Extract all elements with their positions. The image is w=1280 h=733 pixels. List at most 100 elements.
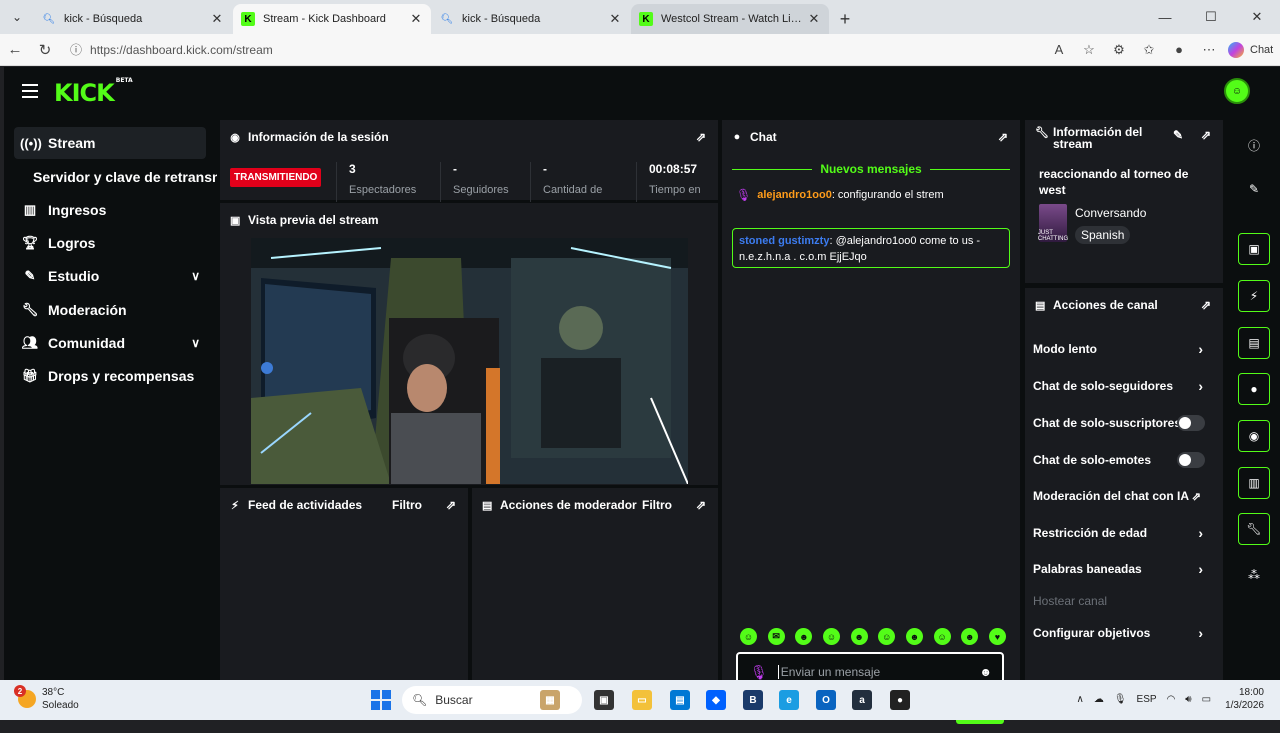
- emote-icon[interactable]: ☺: [740, 628, 757, 645]
- avatar[interactable]: ☺: [1224, 78, 1250, 104]
- sidebar-item-moderacion[interactable]: 🔧︎ Moderación: [14, 294, 206, 326]
- close-icon[interactable]: ✕: [807, 11, 821, 27]
- tab-list-chevron-icon[interactable]: ⌄: [0, 0, 34, 34]
- obs-icon[interactable]: ●: [890, 690, 910, 710]
- chat-panel: ● Chat ⇗ Nuevos mensajes 🎙︎ alejandro1oo…: [722, 120, 1020, 724]
- emote-icon[interactable]: ✉: [767, 628, 785, 645]
- file-explorer-icon[interactable]: ▭: [632, 690, 652, 710]
- url-field[interactable]: ⓘ https://dashboard.kick.com/stream: [64, 37, 1044, 63]
- chat-message-input[interactable]: [777, 665, 968, 679]
- volume-icon[interactable]: 🔊︎: [1185, 694, 1191, 705]
- copilot-button[interactable]: Chat: [1228, 41, 1273, 58]
- wrench-icon[interactable]: 🔧︎: [1238, 513, 1270, 545]
- favorite-star-icon[interactable]: ☆: [1074, 42, 1104, 58]
- emote-icon[interactable]: ☻: [961, 628, 979, 645]
- action-configure-goals[interactable]: Configurar objetivos ›: [1033, 618, 1213, 648]
- sidebar-item-estudio[interactable]: ✎ Estudio ∨: [14, 260, 206, 292]
- filter-button[interactable]: Filtro: [642, 498, 672, 512]
- outlook-icon[interactable]: O: [816, 690, 836, 710]
- broadcast-icon[interactable]: ◉: [1238, 420, 1270, 452]
- action-banned-words[interactable]: Palabras baneadas ›: [1033, 554, 1213, 584]
- weather-widget[interactable]: 2 38°C Soleado: [14, 685, 79, 712]
- emote-icon[interactable]: ☺: [933, 628, 951, 645]
- action-age-restriction[interactable]: Restricción de edad ›: [1033, 518, 1213, 548]
- expand-icon[interactable]: ⇗: [696, 498, 706, 512]
- windows-start-icon[interactable]: [371, 690, 391, 710]
- emotes-only-toggle[interactable]: [1177, 452, 1205, 468]
- emote-icon[interactable]: ☻: [905, 628, 923, 645]
- expand-icon[interactable]: ⇗: [1201, 128, 1211, 142]
- browser-tab-1[interactable]: 🔍︎ kick - Búsqueda ✕: [34, 4, 232, 34]
- sidebar-item-stream[interactable]: ((•)) Stream: [14, 127, 206, 159]
- amazon-icon[interactable]: a: [852, 690, 872, 710]
- read-aloud-icon[interactable]: A: [1044, 42, 1074, 57]
- expand-icon[interactable]: ⇗: [998, 130, 1008, 144]
- task-view-icon[interactable]: ▣: [594, 690, 614, 710]
- language-indicator[interactable]: ESP: [1137, 694, 1157, 705]
- emote-icon[interactable]: ♥: [988, 628, 1006, 645]
- profile-icon[interactable]: ●: [1164, 42, 1194, 57]
- menu-icon[interactable]: [22, 84, 38, 98]
- close-icon[interactable]: ✕: [608, 11, 622, 27]
- chat-username[interactable]: alejandro1oo0: [757, 189, 832, 201]
- battery-icon[interactable]: ▭: [1202, 694, 1211, 705]
- kick-logo[interactable]: KICK BETA: [54, 77, 133, 107]
- server-icon[interactable]: ▥: [1238, 467, 1270, 499]
- chat-bubble-icon[interactable]: ●: [1238, 373, 1270, 405]
- chat-username[interactable]: stoned gustimzty: [739, 235, 829, 247]
- new-tab-button[interactable]: +: [830, 4, 860, 34]
- filter-button[interactable]: Filtro: [392, 498, 422, 512]
- browser-tab-2[interactable]: K Stream - Kick Dashboard ✕: [233, 4, 431, 34]
- more-icon[interactable]: ⋯: [1194, 42, 1224, 58]
- close-icon[interactable]: ✕: [210, 11, 224, 27]
- emoji-picker-icon[interactable]: ☻: [979, 665, 992, 679]
- sidebar-item-drops[interactable]: 🎁︎ Drops y recompensas: [14, 360, 206, 392]
- sidebar-item-ingresos[interactable]: ▥ Ingresos: [14, 194, 206, 226]
- action-followers-only[interactable]: Chat de solo-seguidores ›: [1033, 371, 1213, 401]
- close-icon[interactable]: ✕: [409, 11, 423, 27]
- expand-icon[interactable]: ⇗: [1201, 298, 1211, 312]
- new-messages-divider[interactable]: Nuevos mensajes: [732, 162, 1011, 176]
- onedrive-icon[interactable]: ☁: [1094, 694, 1104, 705]
- more-panels-icon[interactable]: ⁂: [1238, 559, 1270, 591]
- camera-icon[interactable]: ▣: [1238, 233, 1270, 265]
- info-icon[interactable]: ⓘ: [1238, 129, 1270, 161]
- browser-tab-3[interactable]: 🔍︎ kick - Búsqueda ✕: [432, 4, 630, 34]
- sidebar-item-logros[interactable]: 🏆︎ Logros: [14, 227, 206, 259]
- stream-preview-video[interactable]: [251, 238, 688, 484]
- bolt-icon[interactable]: ⚡︎: [1238, 280, 1270, 312]
- emote-icon[interactable]: ☻: [850, 628, 868, 645]
- maximize-icon[interactable]: ☐: [1188, 0, 1234, 34]
- sidebar-item-comunidad[interactable]: 👥︎ Comunidad ∨: [14, 327, 206, 359]
- edit-pencil-icon[interactable]: ✎: [1173, 128, 1183, 142]
- close-window-icon[interactable]: ✕: [1234, 0, 1280, 34]
- widgets-icon[interactable]: ▦: [540, 690, 560, 710]
- expand-icon[interactable]: ⇗: [696, 130, 706, 144]
- refresh-icon[interactable]: ↻: [30, 35, 60, 65]
- clock[interactable]: 18:00 1/3/2026: [1225, 686, 1264, 712]
- favorites-icon[interactable]: ✩: [1134, 42, 1164, 58]
- microphone-icon[interactable]: 🎙︎: [1114, 694, 1127, 705]
- subscribers-only-toggle[interactable]: [1177, 415, 1205, 431]
- dropbox-icon[interactable]: ◆: [706, 690, 726, 710]
- back-icon[interactable]: ←: [0, 35, 30, 65]
- b-app-icon[interactable]: B: [743, 690, 763, 710]
- action-ai-moderation[interactable]: Moderación del chat con IA ⇗: [1033, 481, 1213, 511]
- edit-pencil-icon[interactable]: ✎: [1238, 173, 1270, 205]
- minimize-icon[interactable]: —: [1142, 0, 1188, 34]
- chevron-up-icon[interactable]: ∧: [1077, 694, 1084, 705]
- store-icon[interactable]: ▤: [670, 690, 690, 710]
- sidebar-item-server-key[interactable]: Servidor y clave de retransmisión: [33, 161, 217, 193]
- browser-tab-4[interactable]: K Westcol Stream - Watch Live on Kick ✕: [631, 4, 829, 34]
- emote-icon[interactable]: ☻: [795, 628, 813, 645]
- document-icon[interactable]: ▤: [1238, 327, 1270, 359]
- expand-icon[interactable]: ⇗: [446, 498, 456, 512]
- extensions-icon[interactable]: ⚙: [1104, 42, 1134, 58]
- edge-icon[interactable]: e: [779, 690, 799, 710]
- action-slow-mode[interactable]: Modo lento ›: [1033, 334, 1213, 364]
- emote-icon[interactable]: ☺: [822, 628, 840, 645]
- wifi-icon[interactable]: ◠: [1167, 694, 1176, 705]
- emote-icon[interactable]: ☺: [878, 628, 896, 645]
- sun-icon: 2: [14, 685, 36, 708]
- site-info-icon[interactable]: ⓘ: [70, 41, 82, 58]
